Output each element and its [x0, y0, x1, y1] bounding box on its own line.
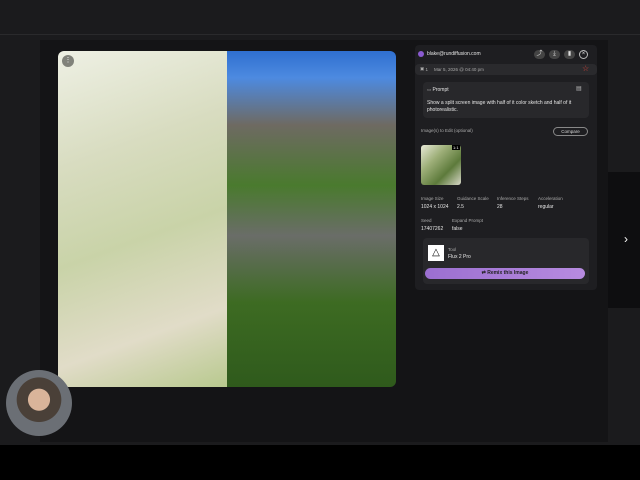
- param-label: Image Size: [421, 196, 444, 201]
- share-icon[interactable]: ⤴: [534, 50, 545, 59]
- param-guidance-scale: Guidance Scale 2.5: [457, 196, 489, 210]
- param-label: Guidance Scale: [457, 196, 489, 201]
- image-count: 1: [425, 66, 429, 72]
- generated-image[interactable]: [58, 51, 396, 387]
- compare-button[interactable]: Compare: [553, 127, 588, 136]
- param-value: 28: [497, 204, 503, 210]
- param-value: 1024 x 1024: [421, 204, 449, 210]
- sketch-half: [58, 51, 227, 387]
- param-label: Seed: [421, 218, 432, 223]
- close-icon[interactable]: ×: [579, 50, 588, 59]
- param-image-size: Image Size 1024 x 1024: [421, 196, 449, 210]
- tool-name: Flux 2 Pro: [448, 254, 471, 260]
- param-expand-prompt: Expand Prompt false: [452, 218, 483, 232]
- image-options-icon[interactable]: ⋮: [62, 55, 74, 67]
- param-label: Expand Prompt: [452, 218, 484, 223]
- param-value: 17407262: [421, 226, 444, 232]
- user-email: blake@rundiffusion.com: [427, 51, 481, 57]
- next-image-arrow-icon[interactable]: ›: [624, 232, 628, 246]
- prompt-text: Show a split screen image with half of i…: [427, 100, 572, 113]
- copy-icon[interactable]: ▤: [576, 85, 582, 92]
- param-inference-steps: Inference Steps 28: [497, 196, 529, 210]
- favorite-star-icon[interactable]: ☆: [582, 64, 589, 73]
- param-label: Acceleration: [538, 196, 563, 201]
- param-value: regular: [538, 204, 554, 210]
- app-background: ⋮ blake@rundiffusion.com ⤴ ⤓ ▮ × ▣ 1 Mar…: [0, 0, 640, 445]
- tool-logo: △: [428, 245, 444, 261]
- remix-button[interactable]: ⇄ Remix this Image: [425, 268, 585, 279]
- aspect-ratio-badge: 1:1: [452, 145, 460, 150]
- top-bar-divider: [0, 34, 640, 35]
- param-seed: Seed 17407262: [421, 218, 443, 232]
- param-value: 2.5: [457, 204, 464, 210]
- tool-label: Tool: [448, 247, 457, 252]
- input-image-thumbnail[interactable]: [421, 145, 461, 185]
- delete-icon[interactable]: ▮: [564, 50, 575, 59]
- compare-label: Compare: [561, 129, 580, 134]
- webcam-overlay: [6, 370, 72, 436]
- param-label: Inference Steps: [497, 196, 529, 201]
- remix-label: Remix this Image: [487, 270, 529, 276]
- prompt-title: Prompt: [432, 87, 449, 93]
- images-to-edit-label: Image(s) to Edit (optional): [421, 128, 473, 133]
- created-date: Mar 5, 2026 @ 04:40 pm: [434, 66, 484, 72]
- download-icon[interactable]: ⤓: [549, 50, 560, 59]
- param-value: false: [452, 226, 463, 232]
- param-acceleration: Acceleration regular: [538, 196, 563, 210]
- user-avatar: [418, 51, 424, 57]
- photo-half: [227, 51, 396, 387]
